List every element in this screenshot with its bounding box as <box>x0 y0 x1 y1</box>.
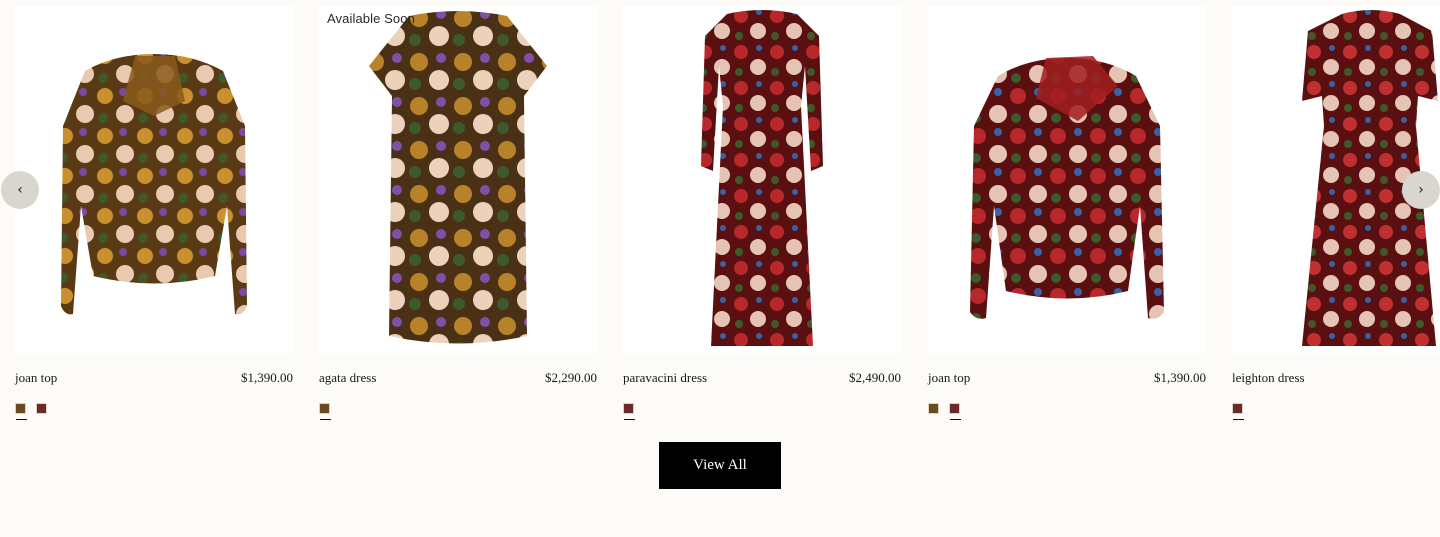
product-price: $2,290.00 <box>545 370 597 385</box>
carousel-next-button[interactable]: › <box>1402 171 1440 209</box>
product-carousel: joan top $1,390.00 Available Soon agata … <box>0 0 1440 430</box>
product-name[interactable]: paravacini dress <box>623 370 707 386</box>
product-name[interactable]: joan top <box>928 370 970 386</box>
product-price: $1,390.00 <box>1154 370 1206 385</box>
color-swatch[interactable] <box>623 403 635 420</box>
product-name[interactable]: leighton dress <box>1232 370 1305 386</box>
color-swatches <box>1232 403 1244 420</box>
product-card[interactable]: leighton dress <box>1232 6 1440 426</box>
product-card[interactable]: Available Soon agata dress $2,290.00 <box>319 6 597 426</box>
view-all-button[interactable]: View All <box>659 442 781 489</box>
carousel-prev-button[interactable]: ‹ <box>1 171 39 209</box>
product-card[interactable]: paravacini dress $2,490.00 <box>623 6 901 426</box>
product-card[interactable]: joan top $1,390.00 <box>928 6 1206 426</box>
chevron-left-icon: ‹ <box>17 182 23 198</box>
garment-dress-illustration <box>369 11 547 344</box>
color-swatch[interactable] <box>319 403 331 420</box>
product-name[interactable]: agata dress <box>319 370 376 386</box>
product-image[interactable]: Available Soon <box>319 6 597 353</box>
product-card[interactable]: joan top $1,390.00 <box>15 6 293 426</box>
color-swatch[interactable] <box>949 403 961 420</box>
availability-badge: Available Soon <box>327 11 415 26</box>
chevron-right-icon: › <box>1418 182 1424 198</box>
product-image[interactable] <box>15 6 293 353</box>
color-swatches <box>928 403 961 420</box>
product-name[interactable]: joan top <box>15 370 57 386</box>
color-swatches <box>15 403 47 420</box>
product-image[interactable] <box>928 6 1206 353</box>
product-image[interactable] <box>623 6 901 353</box>
color-swatches <box>319 403 331 420</box>
color-swatch[interactable] <box>928 403 939 414</box>
garment-top-illustration <box>970 56 1164 319</box>
garment-long-dress-illustration <box>701 10 823 346</box>
garment-top-illustration <box>61 54 247 315</box>
color-swatches <box>623 403 635 420</box>
product-price: $2,490.00 <box>849 370 901 385</box>
color-swatch[interactable] <box>1232 403 1244 420</box>
color-swatch[interactable] <box>36 403 47 414</box>
color-swatch[interactable] <box>15 403 27 420</box>
product-price: $1,390.00 <box>241 370 293 385</box>
